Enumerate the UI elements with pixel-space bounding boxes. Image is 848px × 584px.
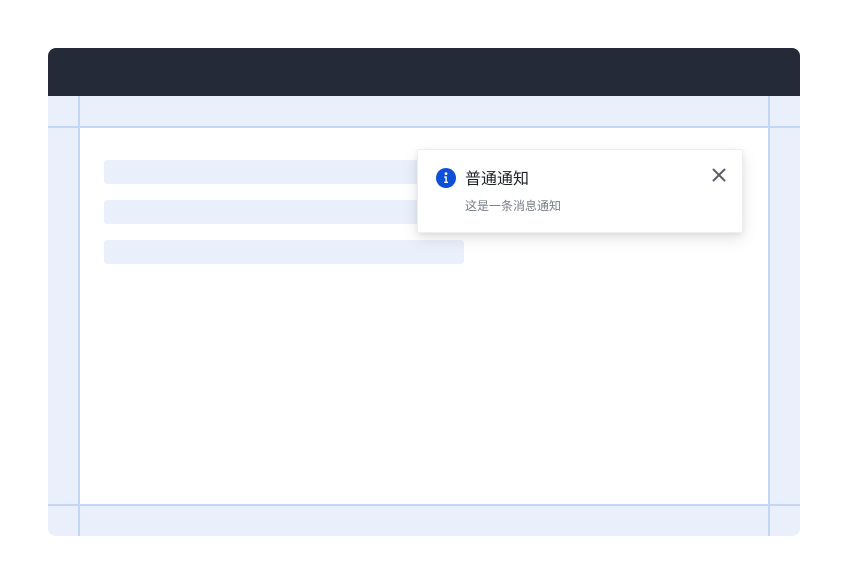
- notification-card: 普通通知 这是一条消息通知: [417, 149, 743, 233]
- window-titlebar: [48, 48, 800, 96]
- notification-title: 普通通知: [465, 169, 530, 188]
- close-icon[interactable]: [710, 166, 728, 184]
- info-icon: [436, 168, 456, 188]
- skeleton-line: [104, 240, 464, 264]
- app-window: [48, 48, 800, 536]
- skeleton-line: [104, 160, 464, 184]
- right-guide-line: [768, 96, 770, 536]
- skeleton-line: [104, 200, 464, 224]
- notification-message: 这是一条消息通知: [465, 199, 562, 213]
- bottom-guide-line: [48, 504, 800, 506]
